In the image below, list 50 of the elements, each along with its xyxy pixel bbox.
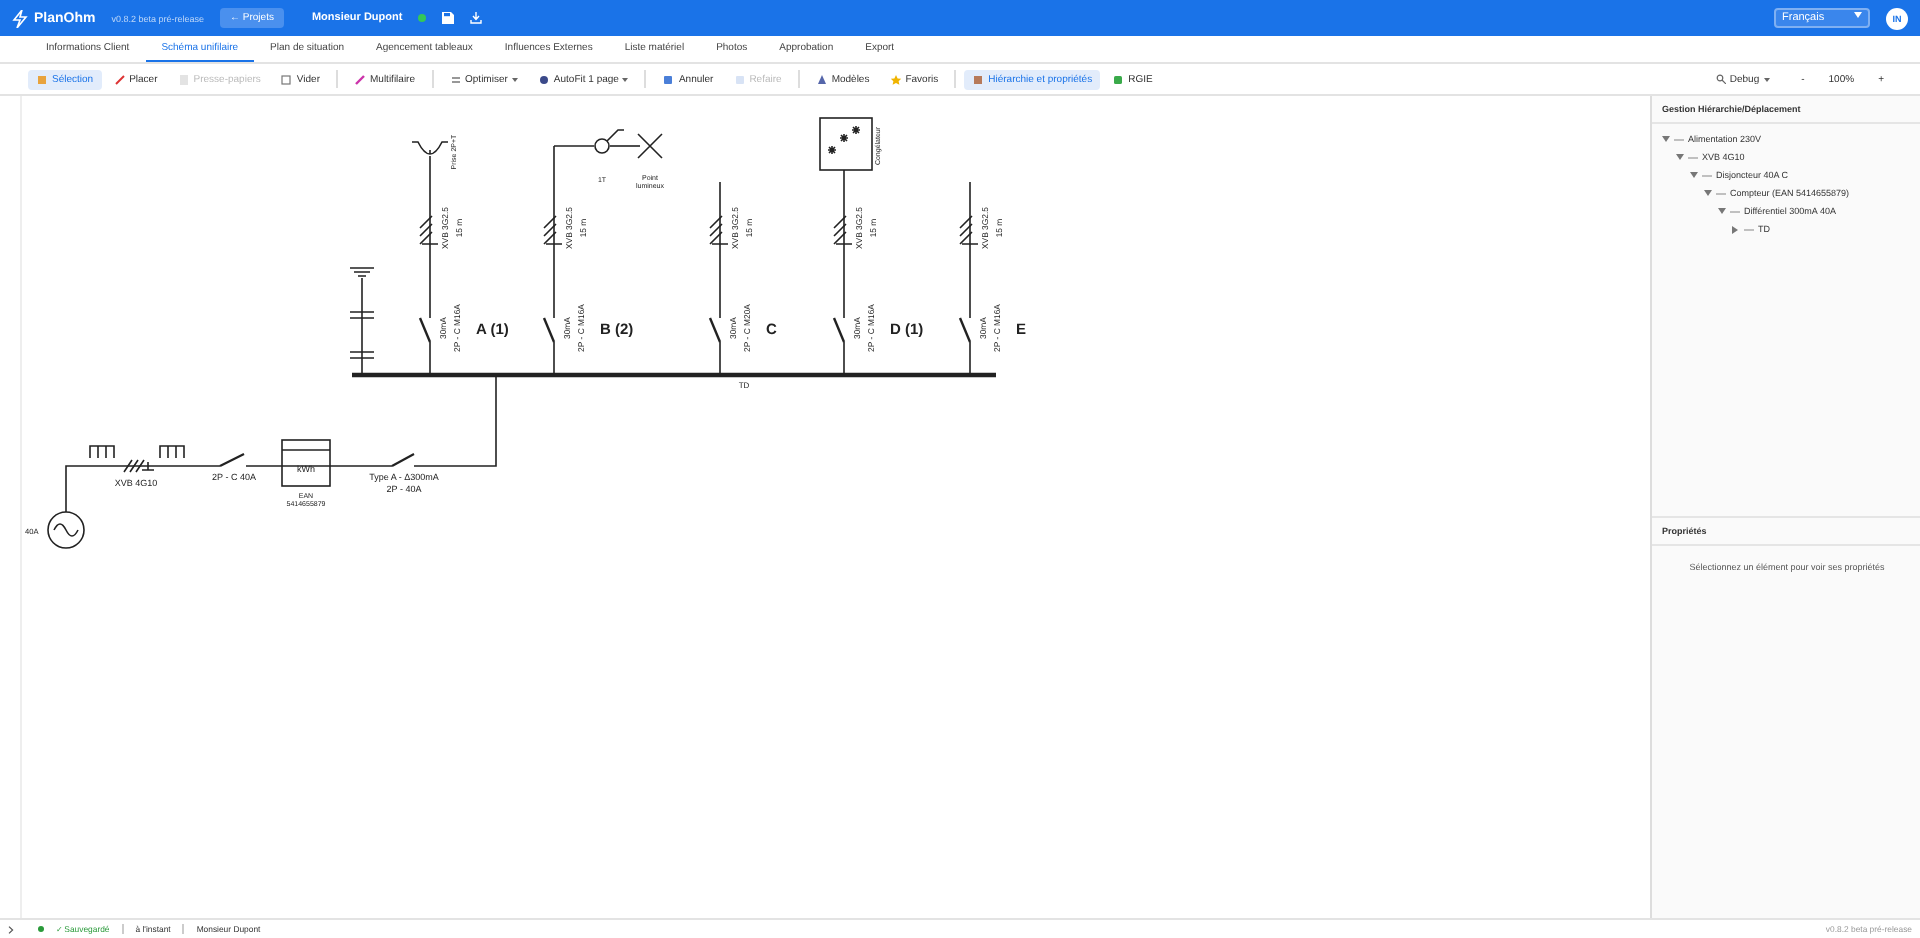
surge-protector-symbol xyxy=(349,267,375,375)
cable-marking-symbol xyxy=(959,215,979,245)
cable-marking-symbol xyxy=(543,215,563,245)
caret-icon xyxy=(1854,12,1862,18)
star-icon xyxy=(889,73,902,85)
lightning-logo-icon xyxy=(12,9,28,27)
cable-marking-symbol xyxy=(123,459,155,473)
square-icon xyxy=(280,73,293,85)
freezer-symbol xyxy=(819,117,873,171)
breaker-symbol xyxy=(418,317,432,343)
breaker-symbol xyxy=(832,317,846,343)
meter-symbol xyxy=(281,439,331,487)
cable-marking-symbol xyxy=(709,215,729,245)
node-icon xyxy=(1730,207,1740,215)
differential-switch-symbol xyxy=(391,453,415,467)
status-dot xyxy=(38,926,44,932)
expand-caret[interactable] xyxy=(1660,136,1670,142)
breaker-symbol xyxy=(958,317,972,343)
node-icon xyxy=(1716,189,1726,197)
expand-caret[interactable] xyxy=(1688,172,1698,178)
chevron-right-icon[interactable] xyxy=(8,925,14,933)
list-icon xyxy=(449,73,462,85)
expand-caret[interactable] xyxy=(1702,190,1712,196)
wire-line xyxy=(609,145,641,147)
expand-caret[interactable] xyxy=(1730,225,1740,233)
circle-icon xyxy=(537,73,550,85)
node-icon xyxy=(1674,135,1684,143)
socket-symbol xyxy=(411,141,449,155)
earth-symbol xyxy=(159,445,185,459)
switch-symbol xyxy=(594,129,625,154)
download-icon[interactable] xyxy=(470,12,483,24)
caret-icon xyxy=(511,77,518,81)
breaker-symbol xyxy=(708,317,722,343)
clipboard-icon xyxy=(177,73,190,85)
triangle-icon xyxy=(815,73,828,85)
node-icon xyxy=(1744,225,1754,233)
caret-icon xyxy=(1763,77,1770,81)
breaker-symbol xyxy=(219,453,245,467)
lamp-symbol xyxy=(637,133,663,159)
save-icon[interactable] xyxy=(442,12,455,24)
expand-caret[interactable] xyxy=(1674,154,1684,160)
earth-symbol xyxy=(89,445,115,459)
expand-caret[interactable] xyxy=(1716,208,1726,214)
breaker-symbol xyxy=(542,317,556,343)
cable-marking-symbol xyxy=(419,215,439,245)
node-icon xyxy=(1702,171,1712,179)
caret-icon xyxy=(622,77,629,81)
cable-marking-symbol xyxy=(833,215,853,245)
node-icon xyxy=(1688,153,1698,161)
ac-source-symbol xyxy=(47,511,85,549)
